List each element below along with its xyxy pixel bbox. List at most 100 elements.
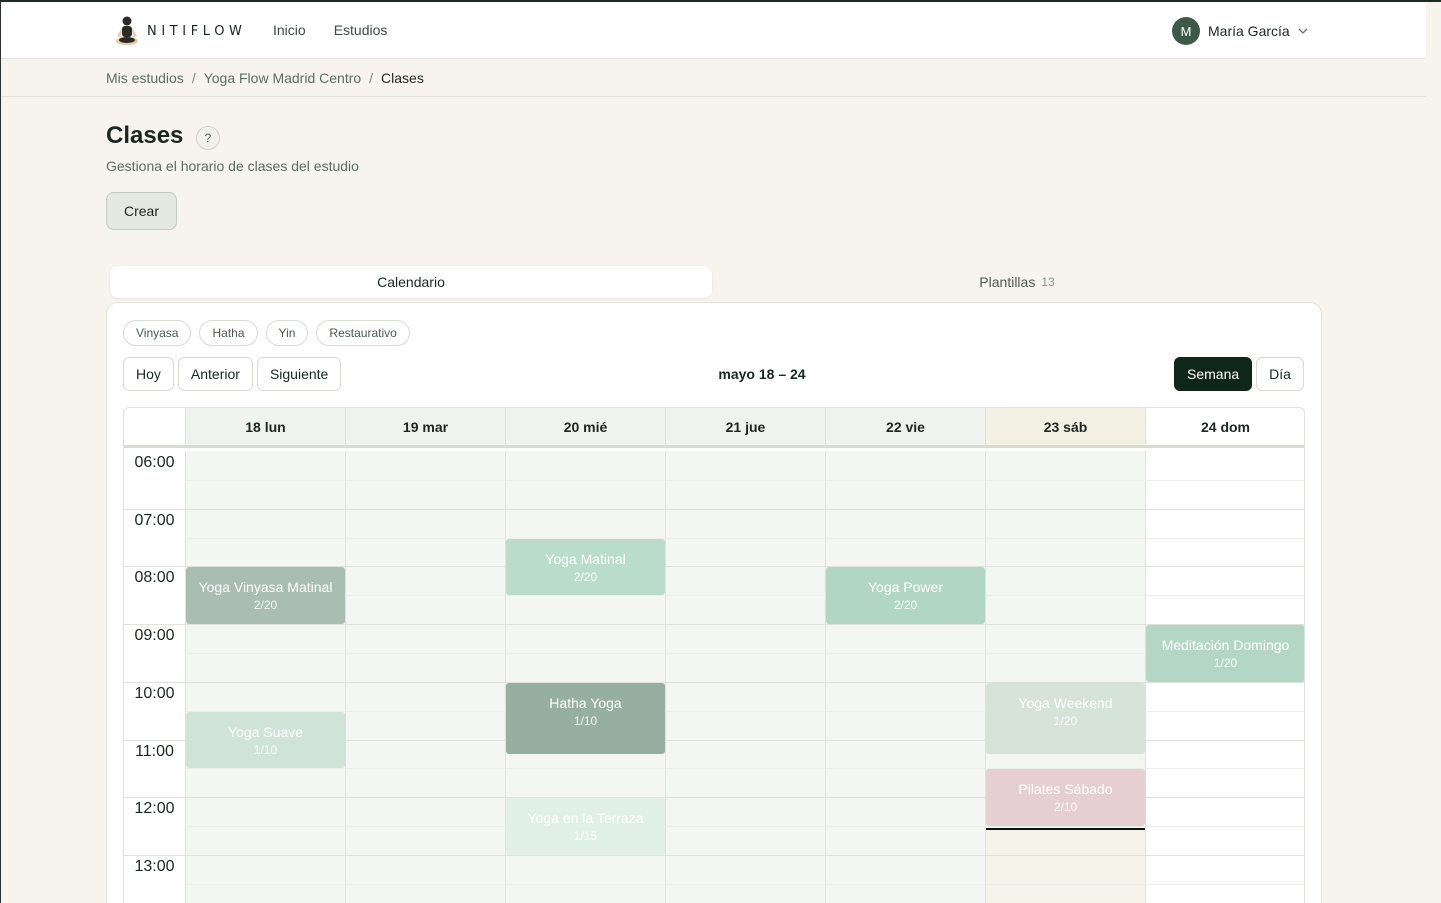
filter-chip-vinyasa[interactable]: Vinyasa — [123, 320, 192, 346]
next-button[interactable]: Siguiente — [256, 357, 342, 391]
breadcrumb-current: Clases — [381, 70, 424, 86]
filter-chip-restaurativo[interactable]: Restaurativo — [316, 320, 410, 346]
tab-plantillas-label: Plantillas — [979, 274, 1036, 290]
view-tabs: Calendario Plantillas 13 — [106, 264, 1322, 300]
help-icon[interactable]: ? — [196, 126, 220, 150]
meditating-figure-icon — [116, 16, 138, 45]
time-label: 10:00 — [134, 684, 175, 702]
time-label: 08:00 — [134, 569, 175, 587]
filter-chip-hatha[interactable]: Hatha — [199, 320, 258, 346]
day-view-button[interactable]: Día — [1256, 357, 1304, 391]
avatar: M — [1172, 17, 1200, 45]
top-navbar: NITIFLOW Inicio Estudios M María García — [1, 2, 1426, 59]
tab-calendario[interactable]: Calendario — [110, 266, 712, 298]
breadcrumb-bar: Mis estudios / Yoga Flow Madrid Centro /… — [1, 59, 1426, 97]
class-event[interactable]: Yoga Power 2/20 — [826, 567, 985, 625]
day-column[interactable] — [345, 451, 505, 903]
user-name: María García — [1208, 23, 1290, 39]
nav-inicio[interactable]: Inicio — [273, 22, 306, 38]
day-column[interactable] — [825, 451, 985, 903]
half-hour-gridline — [186, 537, 1304, 539]
half-hour-gridline — [186, 652, 1304, 654]
page-subtitle: Gestiona el horario de clases del estudi… — [106, 158, 359, 174]
class-event-capacity: 1/15 — [573, 829, 598, 844]
class-event-capacity: 2/20 — [893, 598, 918, 613]
breadcrumb-mis-estudios[interactable]: Mis estudios — [106, 70, 184, 86]
calendar-card: Vinyasa Hatha Yin Restaurativo Hoy Anter… — [106, 302, 1322, 903]
class-event[interactable]: Pilates Sábado 2/10 — [986, 769, 1145, 827]
class-event[interactable]: Yoga Matinal 2/20 — [506, 538, 665, 596]
class-event[interactable]: Yoga Suave 1/10 — [186, 711, 345, 769]
view-switch: Semana Día — [1174, 357, 1304, 391]
class-event-name: Yoga en la Terraza — [527, 810, 644, 827]
time-header-corner — [124, 408, 185, 448]
tab-plantillas-count: 13 — [1041, 275, 1055, 289]
week-view-button[interactable]: Semana — [1174, 357, 1253, 391]
nav-estudios[interactable]: Estudios — [334, 22, 388, 38]
today-button[interactable]: Hoy — [123, 357, 174, 391]
day-column[interactable] — [665, 451, 825, 903]
week-calendar: 06:00 07:00 08:00 09:00 10:00 11:00 12:00 13:00… — [123, 407, 1305, 903]
tab-plantillas[interactable]: Plantillas 13 — [716, 266, 1318, 298]
class-event-name: Yoga Matinal — [545, 550, 626, 567]
class-event-capacity: 1/20 — [1213, 656, 1238, 671]
half-hour-gridline — [186, 826, 1304, 828]
day-column[interactable] — [185, 451, 345, 903]
day-header[interactable]: 20 mié — [505, 408, 665, 448]
class-event[interactable]: Yoga Weekend 1/20 — [986, 682, 1145, 754]
day-header[interactable]: 24 dom — [1145, 408, 1304, 448]
time-label: 11:00 — [135, 742, 174, 760]
breadcrumb: Mis estudios / Yoga Flow Madrid Centro /… — [106, 70, 424, 86]
class-event[interactable]: Yoga Vinyasa Matinal 2/20 — [186, 567, 345, 625]
half-hour-gridline — [186, 595, 1304, 597]
class-event-name: Meditación Domingo — [1161, 637, 1290, 654]
breadcrumb-separator: / — [191, 70, 196, 86]
user-menu[interactable]: M María García — [1172, 17, 1309, 45]
time-label: 12:00 — [134, 800, 175, 818]
day-header[interactable]: 19 mar — [345, 408, 505, 448]
class-event-capacity: 1/10 — [573, 713, 598, 728]
brand-logo[interactable]: NITIFLOW — [112, 14, 246, 48]
time-label: 07:00 — [134, 511, 175, 529]
half-hour-gridline — [186, 479, 1304, 481]
main-nav: Inicio Estudios — [273, 22, 387, 38]
class-event-capacity: 2/20 — [573, 569, 598, 584]
tab-calendario-label: Calendario — [377, 274, 445, 290]
class-event-capacity: 2/10 — [1053, 800, 1078, 815]
class-event[interactable]: Yoga en la Terraza 1/15 — [506, 798, 665, 855]
class-event[interactable]: Meditación Domingo 1/20 — [1146, 625, 1304, 682]
create-button[interactable]: Crear — [106, 192, 177, 230]
class-event[interactable]: Hatha Yoga 1/10 — [506, 682, 665, 754]
time-label: 13:00 — [134, 857, 175, 875]
day-header[interactable]: 21 jue — [665, 408, 825, 448]
time-label: 06:00 — [134, 454, 175, 471]
class-event-name: Yoga Power — [868, 579, 943, 596]
class-event-capacity: 1/10 — [253, 742, 278, 757]
day-header[interactable]: 22 vie — [825, 408, 985, 448]
current-time-indicator — [986, 827, 1145, 830]
breadcrumb-separator: / — [369, 70, 374, 86]
hour-gridline — [124, 854, 1304, 856]
previous-button[interactable]: Anterior — [177, 357, 253, 391]
day-header[interactable]: 18 lun — [185, 408, 345, 448]
class-event-name: Hatha Yoga — [549, 694, 622, 711]
date-range: mayo 18 – 24 — [718, 366, 806, 382]
today-remaining-area — [986, 827, 1145, 903]
brand-name: NITIFLOW — [147, 23, 247, 39]
calendar-nav: Hoy Anterior Siguiente — [123, 357, 342, 391]
class-event-name: Yoga Suave — [228, 723, 303, 740]
chevron-down-icon — [1298, 28, 1308, 34]
app-window: NITIFLOW Inicio Estudios M María García … — [0, 0, 1441, 903]
class-event-name: Yoga Vinyasa Matinal — [198, 579, 333, 596]
class-event-capacity: 1/20 — [1053, 713, 1078, 728]
hour-gridline — [124, 624, 1304, 626]
page-title: Clases — [106, 122, 184, 149]
filter-chip-yin[interactable]: Yin — [265, 320, 309, 346]
breadcrumb-studio[interactable]: Yoga Flow Madrid Centro — [204, 70, 361, 86]
class-event-capacity: 2/20 — [253, 598, 278, 613]
filter-chips: Vinyasa Hatha Yin Restaurativo — [123, 320, 410, 346]
hour-gridline — [124, 508, 1304, 510]
day-header[interactable]: 23 sáb — [985, 408, 1145, 448]
class-event-name: Pilates Sábado — [1018, 781, 1113, 798]
class-event-name: Yoga Weekend — [1018, 694, 1113, 711]
